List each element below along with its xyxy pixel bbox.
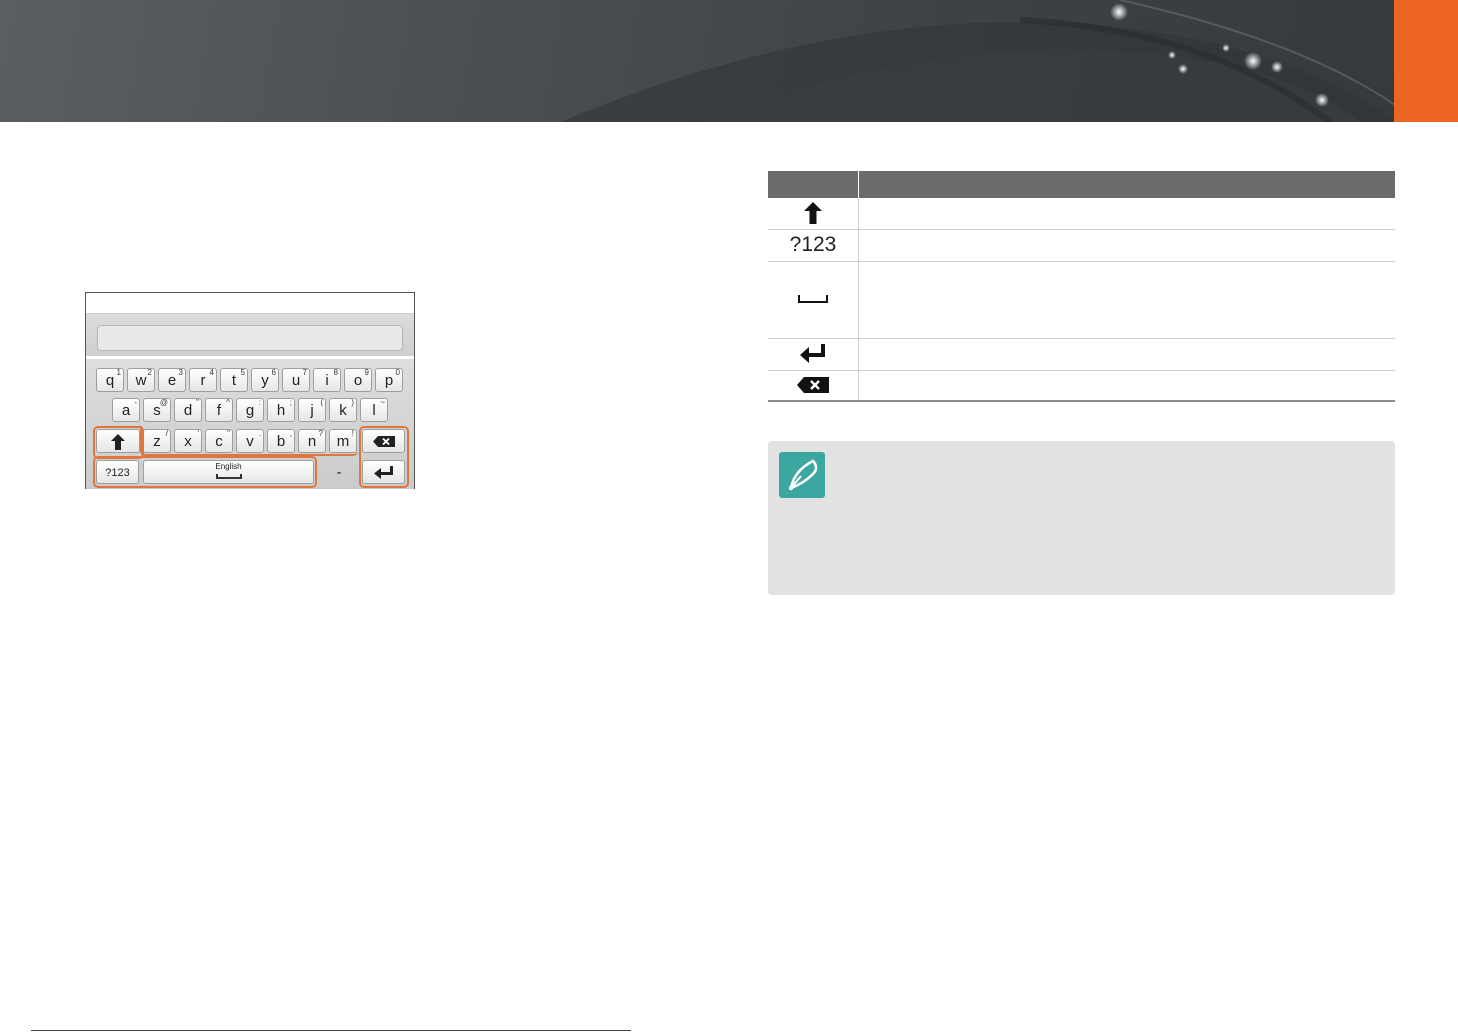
key-t[interactable]: t5	[220, 368, 248, 392]
table-header-row	[768, 171, 1395, 198]
table-header-cell	[768, 171, 859, 198]
space-highlight	[93, 456, 317, 488]
edit-keys-highlight	[359, 426, 409, 488]
footer-rule	[31, 1030, 631, 1031]
table-description-cell	[858, 261, 1395, 339]
key-u[interactable]: u7	[282, 368, 310, 392]
keyboard-illustration: q1 w2 e3 r4 t5 y6 u7 i8 o9 p0 a- s @ d " f…	[85, 292, 415, 489]
table-header-cell	[858, 171, 1395, 198]
key-p[interactable]: p0	[375, 368, 403, 392]
key-a[interactable]: a-	[112, 398, 140, 422]
key-f[interactable]: f ^	[205, 398, 233, 422]
numbers-symbol: ?123	[789, 233, 837, 256]
table-row	[768, 370, 1395, 402]
key-s[interactable]: s @	[143, 398, 171, 422]
table-row: ?123	[768, 229, 1395, 262]
table-symbol-cell	[768, 261, 859, 339]
key-i[interactable]: i8	[313, 368, 341, 392]
table-symbol-cell	[768, 198, 859, 230]
note-box	[768, 441, 1395, 595]
key-d[interactable]: d "	[174, 398, 202, 422]
enter-arrow-icon	[800, 344, 825, 363]
keyboard-title-bar	[86, 293, 414, 314]
table-description-cell	[858, 370, 1395, 402]
key-e[interactable]: e3	[158, 368, 186, 392]
space-bar-icon	[798, 295, 828, 304]
table-row	[768, 338, 1395, 371]
key-l[interactable]: l ~	[360, 398, 388, 422]
table-description-cell	[858, 338, 1395, 371]
key-j[interactable]: j(	[298, 398, 326, 422]
table-description-cell	[858, 198, 1395, 230]
key-y[interactable]: y6	[251, 368, 279, 392]
table-description-cell	[858, 229, 1395, 262]
letters-highlight	[140, 426, 358, 456]
key-g[interactable]: g:	[236, 398, 264, 422]
key-h[interactable]: h;	[267, 398, 295, 422]
key-r[interactable]: r4	[189, 368, 217, 392]
table-symbol-cell	[768, 338, 859, 371]
table-symbol-cell: ?123	[768, 229, 859, 262]
banner-decoration	[560, 0, 1396, 122]
key-description-table: ?123	[768, 171, 1395, 402]
key-q[interactable]: q1	[96, 368, 124, 392]
keyboard-input-area	[86, 314, 414, 356]
header-banner	[0, 0, 1458, 122]
backspace-icon	[797, 377, 829, 394]
text-input-field[interactable]	[97, 325, 403, 351]
table-row	[768, 198, 1395, 230]
table-symbol-cell	[768, 370, 859, 402]
pen-nib-icon	[779, 452, 825, 498]
key-o[interactable]: o9	[344, 368, 372, 392]
chapter-tab	[1394, 0, 1458, 122]
table-row	[768, 261, 1395, 339]
key-w[interactable]: w2	[127, 368, 155, 392]
shift-arrow-icon	[804, 202, 822, 225]
shift-highlight	[93, 426, 144, 459]
key-k[interactable]: k)	[329, 398, 357, 422]
dash-key[interactable]: -	[319, 460, 359, 484]
